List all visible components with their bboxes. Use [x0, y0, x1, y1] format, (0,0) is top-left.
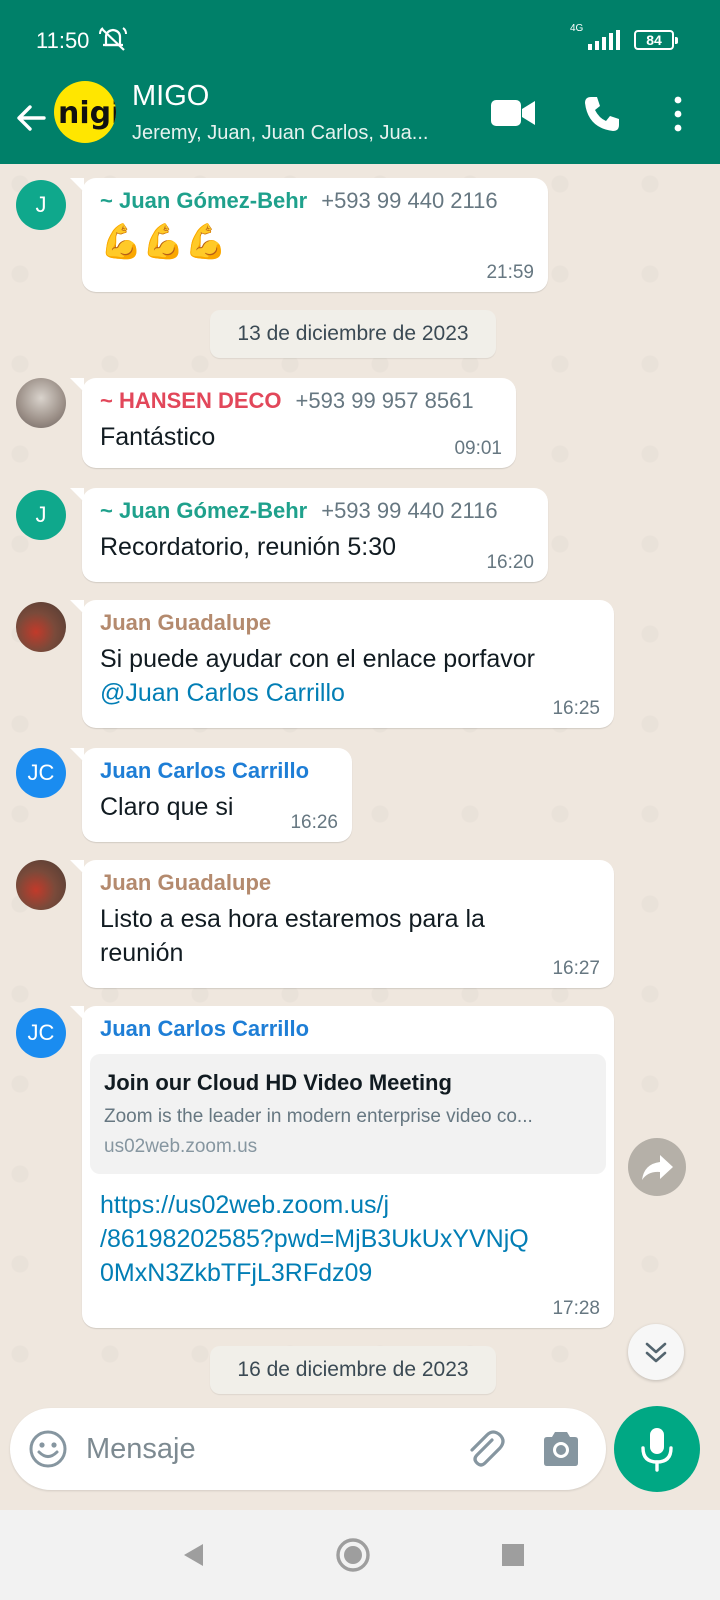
photo-avatar[interactable]	[16, 602, 66, 652]
status-bar: 11:50 4G 84	[0, 0, 720, 80]
sender-name[interactable]: ~ Juan Gómez-Behr +593 99 440 2116	[100, 498, 530, 524]
signal-icon	[588, 30, 620, 50]
message-time: 16:20	[486, 552, 534, 573]
sender-phone: +593 99 957 8561	[295, 388, 474, 413]
date-divider: 16 de diciembre de 2023	[210, 1346, 496, 1394]
preview-title: Join our Cloud HD Video Meeting	[104, 1070, 452, 1095]
message-bubble[interactable]: Juan Carlos Carrillo Join our Cloud HD V…	[70, 1006, 614, 1328]
back-arrow-icon[interactable]	[10, 96, 54, 140]
video-call-icon[interactable]	[490, 96, 536, 130]
scroll-down-button[interactable]	[628, 1324, 684, 1380]
sender-name[interactable]: ~ Juan Gómez-Behr +593 99 440 2116	[100, 188, 530, 214]
sender-name[interactable]: Juan Carlos Carrillo	[100, 758, 334, 784]
message-bubble[interactable]: ~ HANSEN DECO +593 99 957 8561 Fantástico…	[70, 378, 516, 468]
message-time: 16:27	[552, 958, 600, 979]
group-photo-avatar[interactable]	[16, 378, 66, 428]
sender-avatar[interactable]: J	[16, 180, 66, 230]
forward-icon	[642, 1155, 673, 1180]
sender-name[interactable]: Juan Carlos Carrillo	[90, 1016, 606, 1042]
mute-icon	[99, 27, 127, 51]
voice-call-icon[interactable]	[582, 94, 622, 134]
forward-button[interactable]	[628, 1138, 686, 1196]
sender-phone: +593 99 440 2116	[321, 188, 498, 213]
link-preview[interactable]: Join our Cloud HD Video Meeting Zoom is …	[90, 1054, 606, 1174]
message-bubble[interactable]: Juan Guadalupe Listo a esa hora estaremo…	[70, 860, 614, 988]
scroll-down-icon	[645, 1342, 667, 1363]
message-composer	[10, 1408, 606, 1490]
message-bubble[interactable]: ~ Juan Gómez-Behr +593 99 440 2116 💪💪💪 21…	[70, 178, 548, 292]
sender-name[interactable]: Juan Guadalupe	[100, 610, 596, 636]
more-options-icon[interactable]	[668, 94, 688, 134]
nav-back-icon[interactable]	[170, 1532, 216, 1578]
preview-description: Zoom is the leader in modern enterprise …	[104, 1106, 533, 1127]
migo-logo-icon: nigi	[58, 96, 116, 131]
camera-icon[interactable]	[540, 1430, 582, 1468]
sender-avatar[interactable]: JC	[16, 748, 66, 798]
message-time: 17:28	[552, 1298, 600, 1319]
nav-home-icon[interactable]	[330, 1532, 376, 1578]
message-time: 09:01	[454, 438, 502, 459]
nav-recents-icon[interactable]	[490, 1532, 536, 1578]
svg-text:nigi: nigi	[58, 96, 116, 131]
message-text: Fantástico	[100, 423, 216, 451]
message-text: Recordatorio, reunión 5:30	[100, 533, 397, 561]
chat-header: nigi MIGO Jeremy, Juan, Juan Carlos, Jua…	[0, 80, 720, 164]
sender-avatar[interactable]: JC	[16, 1008, 66, 1058]
message-bubble[interactable]: Juan Guadalupe Si puede ayudar con el en…	[70, 600, 614, 728]
sender-avatar[interactable]: J	[16, 490, 66, 540]
emoji-icon[interactable]	[28, 1429, 68, 1469]
message-text: 💪💪💪	[100, 223, 228, 261]
chat-title[interactable]: MIGO	[132, 80, 209, 113]
message-text: Listo a esa hora estaremos para la reuni…	[100, 905, 485, 967]
message-bubble[interactable]: Juan Carlos Carrillo Claro que si 16:26	[70, 748, 352, 842]
chat-participants[interactable]: Jeremy, Juan, Juan Carlos, Jua...	[132, 122, 428, 145]
preview-domain: us02web.zoom.us	[104, 1136, 258, 1157]
mic-icon	[641, 1428, 673, 1472]
status-time: 11:50	[36, 28, 90, 53]
group-avatar[interactable]: nigi	[54, 81, 116, 143]
message-input[interactable]	[86, 1426, 446, 1472]
sender-name[interactable]: Juan Guadalupe	[100, 870, 596, 896]
voice-message-button[interactable]	[614, 1406, 700, 1492]
message-time: 21:59	[486, 262, 534, 283]
system-navigation-bar	[0, 1510, 720, 1600]
message-text: Si puede ayudar con el enlace porfavor @…	[100, 645, 536, 707]
attach-icon[interactable]	[464, 1428, 506, 1470]
meeting-link[interactable]: https://us02web.zoom.us/j /86198202585?p…	[90, 1188, 606, 1290]
network-type: 4G	[570, 23, 584, 34]
sender-phone: +593 99 440 2116	[321, 498, 498, 523]
message-time: 16:25	[552, 698, 600, 719]
message-time: 16:26	[290, 812, 338, 833]
date-divider: 13 de diciembre de 2023	[210, 310, 496, 358]
sender-name[interactable]: ~ HANSEN DECO +593 99 957 8561	[100, 388, 498, 414]
message-bubble[interactable]: ~ Juan Gómez-Behr +593 99 440 2116 Record…	[70, 488, 548, 582]
message-list[interactable]: J ~ Juan Gómez-Behr +593 99 440 2116 💪💪💪 …	[0, 164, 720, 1404]
mention-link[interactable]: @Juan Carlos Carrillo	[100, 679, 345, 707]
battery-icon: 84	[634, 30, 678, 50]
photo-avatar[interactable]	[16, 860, 66, 910]
